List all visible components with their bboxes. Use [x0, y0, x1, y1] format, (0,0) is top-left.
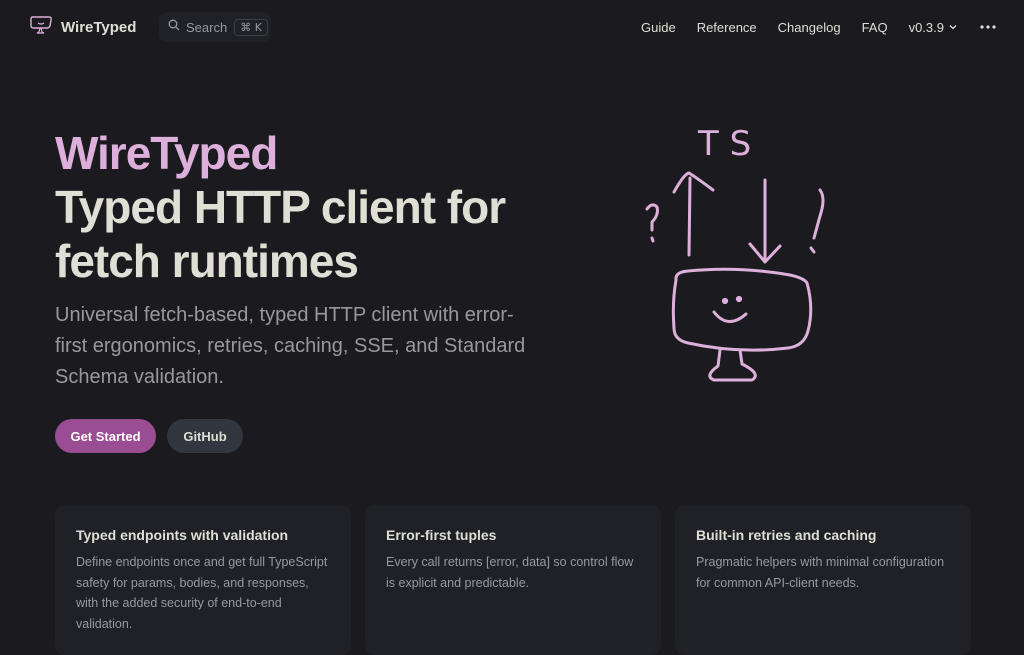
search-icon — [168, 18, 180, 36]
get-started-button[interactable]: Get Started — [55, 419, 156, 453]
hero-title: Typed HTTP client for fetch runtimes — [55, 181, 506, 287]
feature-title: Typed endpoints with validation — [76, 527, 289, 543]
more-options-icon[interactable] — [980, 25, 996, 29]
hero-actions: Get Started GitHub — [55, 419, 615, 453]
nav-link-guide[interactable]: Guide — [641, 20, 676, 35]
feature-details: Pragmatic helpers with minimal configura… — [696, 555, 945, 590]
github-button[interactable]: GitHub — [167, 419, 243, 453]
hero-name: WireTyped — [55, 127, 278, 179]
search-button[interactable]: Search ⌘ K — [159, 12, 271, 42]
version-dropdown[interactable]: v0.3.9 — [909, 20, 958, 35]
nav-link-changelog[interactable]: Changelog — [778, 20, 841, 35]
hero-image-text: T S — [697, 124, 751, 164]
feature-details: Define endpoints once and get full TypeS… — [76, 555, 328, 631]
features-section: Typed endpoints with validation Define e… — [55, 505, 971, 655]
chevron-down-icon — [948, 20, 958, 35]
feature-card: Typed endpoints with validation Define e… — [55, 505, 351, 655]
brand-link[interactable]: WireTyped — [28, 14, 136, 41]
search-label: Search — [186, 19, 228, 35]
feature-title: Error-first tuples — [386, 527, 497, 543]
hero-illustration: T S — [628, 118, 838, 388]
search-shortcut: ⌘ K — [234, 18, 268, 36]
feature-card: Built-in retries and caching Pragmatic h… — [675, 505, 971, 655]
nav-link-reference[interactable]: Reference — [697, 20, 757, 35]
hero-tagline: Universal fetch-based, typed HTTP client… — [55, 304, 526, 388]
nav-links: Guide Reference Changelog FAQ v0.3.9 — [620, 0, 1024, 54]
logo-icon — [28, 14, 54, 41]
version-label: v0.3.9 — [908, 19, 944, 35]
hero-section: WireTyped Typed HTTP client for fetch ru… — [55, 126, 615, 453]
feature-title: Built-in retries and caching — [696, 527, 877, 543]
brand-name: WireTyped — [61, 19, 137, 36]
nav-link-faq[interactable]: FAQ — [862, 20, 888, 35]
feature-card: Error-first tuples Every call returns [e… — [365, 505, 661, 655]
feature-details: Every call returns [error, data] so cont… — [386, 555, 634, 590]
top-nav: WireTyped Search ⌘ K Guide Reference Cha… — [0, 0, 1024, 54]
